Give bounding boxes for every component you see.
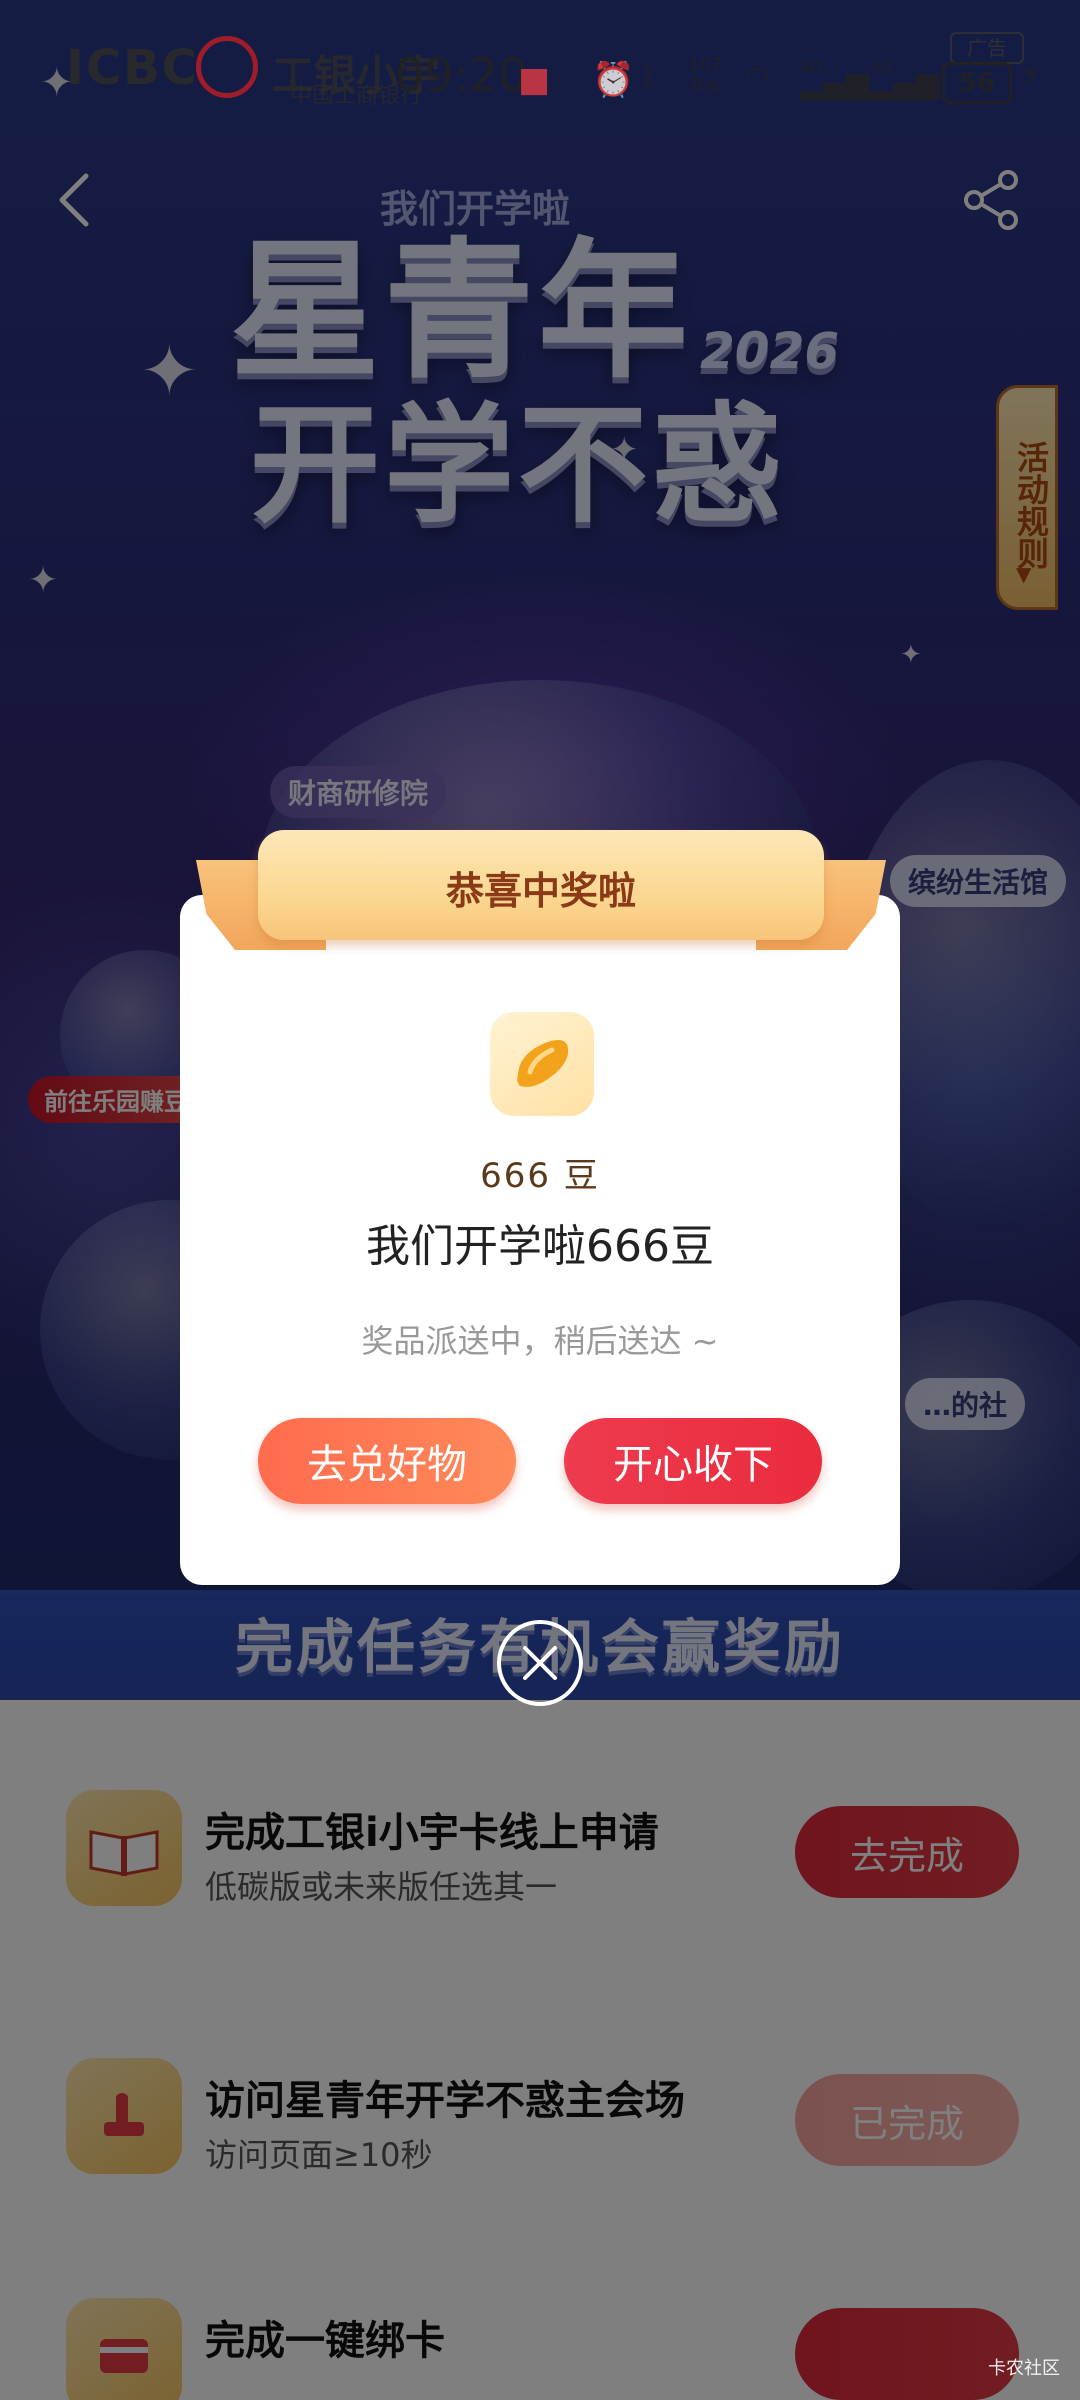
alarm-icon: ⏰ xyxy=(592,60,635,100)
network-speed-unit: B/s xyxy=(691,75,720,96)
prize-hint: 奖品派送中，稍后送达 ~ xyxy=(361,1322,719,1360)
signal-icon: ▂▄▆ xyxy=(800,66,870,101)
page: ✦ ✦ ✦ ✦ ✦ 我们开学啦 星青年 开学不惑 2026 活动规则 ▼ 财商研… xyxy=(0,0,1080,2400)
bean-icon xyxy=(490,1012,594,1116)
prize-name: 我们开学啦666豆 xyxy=(366,1221,714,1272)
icbc-logo-icon xyxy=(196,36,258,98)
status-bar: ICBC 工银小宇 中国工商银行 09:20 ■ ⏰ ᛒ 107 B/s ◠ 4… xyxy=(0,0,1080,150)
notification-icon: ■ xyxy=(518,60,551,100)
accept-prize-button[interactable]: 开心收下 xyxy=(564,1418,822,1504)
ribbon-banner: 恭喜中奖啦 xyxy=(196,820,886,970)
close-icon[interactable] xyxy=(497,1620,583,1706)
dialog-title: 恭喜中奖啦 xyxy=(445,869,636,913)
charging-icon: ⚡ xyxy=(1020,58,1042,93)
prize-amount: 666 豆 xyxy=(480,1156,600,1196)
watermark: 卡农社区 xyxy=(988,2358,1060,2379)
status-time: 09:20 xyxy=(395,48,528,102)
network-speed: 107 B/s xyxy=(688,56,722,96)
network-speed-value: 107 xyxy=(688,55,723,76)
signal-icon: ▂▄▆ xyxy=(870,66,940,101)
ad-label: 广告 xyxy=(950,32,1024,64)
battery-level: 56 xyxy=(942,62,1012,104)
bluetooth-icon: ᛒ xyxy=(640,60,658,95)
brand-icbc: ICBC xyxy=(66,40,199,96)
wifi-icon: ◠ xyxy=(744,60,771,95)
exchange-goods-button[interactable]: 去兑好物 xyxy=(258,1418,516,1504)
